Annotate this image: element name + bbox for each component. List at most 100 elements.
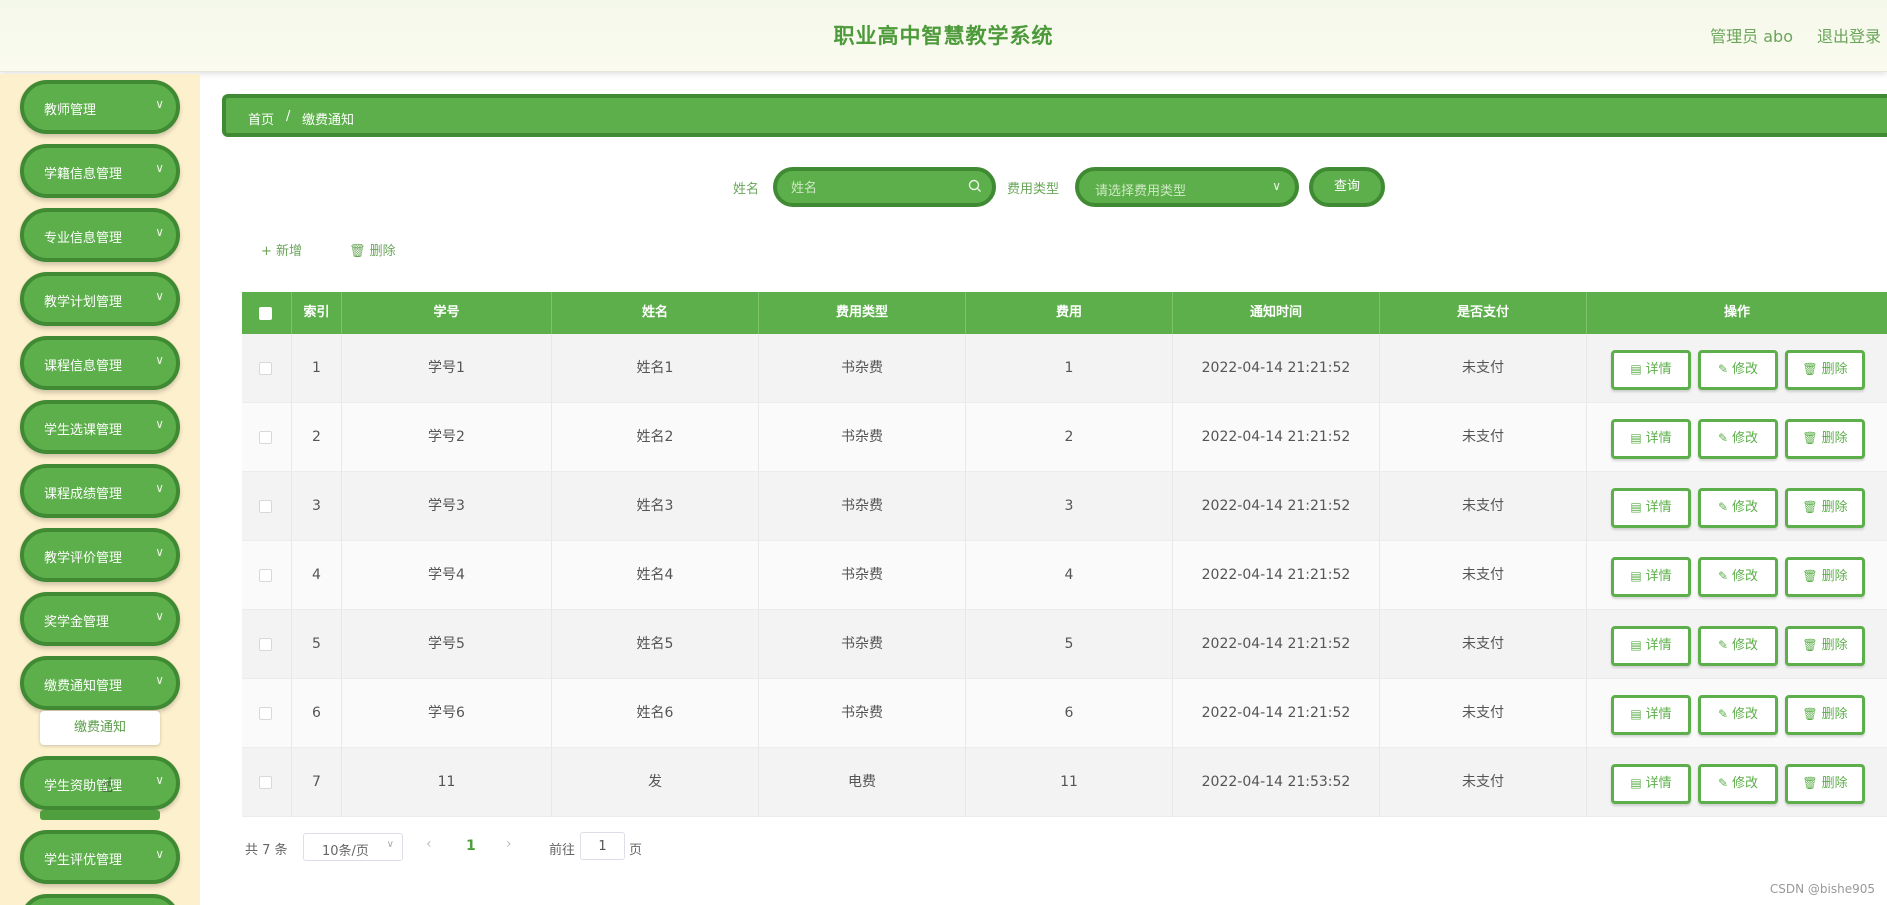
sidebar-item-teaching-plan[interactable]: 教学计划管理 ∨ <box>20 272 180 326</box>
cell-type: 书杂费 <box>759 541 966 610</box>
name-search-input[interactable] <box>791 179 961 197</box>
chevron-down-icon: ∨ <box>155 225 164 239</box>
cell-paid: 未支付 <box>1380 472 1587 541</box>
sidebar-item-more[interactable] <box>20 894 180 905</box>
sidebar-item-grades[interactable]: 课程成绩管理 ∨ <box>20 464 180 518</box>
detail-button[interactable]: ▤ 详情 <box>1611 419 1691 459</box>
search-icon <box>968 179 981 192</box>
table-row: 2 学号2 姓名2 书杂费 2 2022-04-14 21:21:52 未支付 ▤ 详情 ✎ 修改 🗑… <box>242 403 1887 472</box>
current-user: 管理员 abo <box>1710 27 1793 46</box>
sidebar-item-student-status[interactable]: 学籍信息管理 ∨ <box>20 144 180 198</box>
cell-id: 学号3 <box>342 472 552 541</box>
detail-button-label: 详情 <box>1645 776 1672 791</box>
submenu-payment-notice[interactable]: 缴费通知 <box>40 711 160 745</box>
edit-button[interactable]: ✎ 修改 <box>1698 764 1778 804</box>
cell-time: 2022-04-14 21:21:52 <box>1173 679 1380 748</box>
edit-button[interactable]: ✎ 修改 <box>1698 419 1778 459</box>
sidebar-item-evaluation[interactable]: 教学评价管理 ∨ <box>20 528 180 582</box>
cell-name: 姓名2 <box>552 403 759 472</box>
detail-button[interactable]: ▤ 详情 <box>1611 350 1691 390</box>
chevron-down-icon: ∨ <box>155 481 164 495</box>
sidebar-item-student-aid[interactable]: 学生资助管理 ∨ <box>20 756 180 810</box>
table-row: 1 学号1 姓名1 书杂费 1 2022-04-14 21:21:52 未支付 ▤ 详情 ✎ 修改 🗑… <box>242 334 1887 403</box>
trash-icon: 🗑 <box>1802 500 1818 514</box>
page-size-select[interactable]: 10条/页 ∨ <box>303 833 403 861</box>
cell-time: 2022-04-14 21:21:52 <box>1173 403 1380 472</box>
delete-button-label: 删除 <box>1821 569 1848 584</box>
row-checkbox[interactable] <box>259 638 272 651</box>
header-paid: 是否支付 <box>1380 292 1587 334</box>
cell-name: 发 <box>552 748 759 817</box>
fee-type-select[interactable]: 请选择费用类型 ∨ <box>1075 167 1299 207</box>
cell-name: 姓名4 <box>552 541 759 610</box>
sidebar-item-student-awards[interactable]: 学生评优管理 ∨ <box>20 830 180 884</box>
next-page-button[interactable]: › <box>506 836 512 852</box>
breadcrumb-home[interactable]: 首页 <box>248 109 274 128</box>
sidebar-item-course-selection[interactable]: 学生选课管理 ∨ <box>20 400 180 454</box>
current-page[interactable]: 1 <box>466 838 476 854</box>
detail-button[interactable]: ▤ 详情 <box>1611 557 1691 597</box>
delete-button[interactable]: 🗑 删除 <box>1785 626 1865 666</box>
sidebar-item-label: 学生评优管理 <box>44 853 123 868</box>
detail-button[interactable]: ▤ 详情 <box>1611 764 1691 804</box>
cell-fee: 1 <box>966 334 1173 403</box>
prev-page-button[interactable]: ‹ <box>426 836 432 852</box>
sidebar-item-label: 缴费通知管理 <box>44 679 123 694</box>
row-checkbox[interactable] <box>259 569 272 582</box>
name-search-label: 姓名 <box>733 182 760 197</box>
delete-button[interactable]: 🗑 删除 <box>1785 557 1865 597</box>
row-checkbox[interactable] <box>259 362 272 375</box>
delete-button[interactable]: 🗑 删除 <box>1785 488 1865 528</box>
document-icon: ▤ <box>1630 500 1642 514</box>
goto-page-input[interactable] <box>580 832 625 860</box>
sidebar-item-course[interactable]: 课程信息管理 ∨ <box>20 336 180 390</box>
sidebar-item-teacher[interactable]: 教师管理 ∨ <box>20 80 180 134</box>
detail-button[interactable]: ▤ 详情 <box>1611 695 1691 735</box>
delete-button[interactable]: 🗑 删除 <box>1785 350 1865 390</box>
logout-link[interactable]: 退出登录 <box>1817 23 1881 47</box>
chevron-down-icon: ∨ <box>386 839 394 850</box>
add-button[interactable]: + 新增 <box>261 240 302 259</box>
edit-button[interactable]: ✎ 修改 <box>1698 488 1778 528</box>
row-checkbox[interactable] <box>259 707 272 720</box>
cell-name: 姓名6 <box>552 679 759 748</box>
batch-delete-button[interactable]: 🗑 删除 <box>349 240 396 259</box>
header-select-all-cell <box>242 292 292 334</box>
delete-button[interactable]: 🗑 删除 <box>1785 764 1865 804</box>
detail-button[interactable]: ▤ 详情 <box>1611 626 1691 666</box>
sidebar-item-label: 课程成绩管理 <box>44 487 123 502</box>
query-button[interactable]: 查询 <box>1309 167 1385 207</box>
document-icon: ▤ <box>1630 569 1642 583</box>
detail-button[interactable]: ▤ 详情 <box>1611 488 1691 528</box>
name-search-input-wrapper[interactable] <box>773 167 996 207</box>
select-all-checkbox[interactable] <box>259 307 272 320</box>
edit-button[interactable]: ✎ 修改 <box>1698 350 1778 390</box>
edit-button[interactable]: ✎ 修改 <box>1698 695 1778 735</box>
batch-delete-label: 删除 <box>369 244 396 259</box>
cell-actions: ▤ 详情 ✎ 修改 🗑 删除 <box>1587 610 1887 679</box>
sidebar-item-payment-notice[interactable]: 缴费通知管理 ∨ <box>20 656 180 710</box>
delete-button[interactable]: 🗑 删除 <box>1785 695 1865 735</box>
chevron-down-icon: ∨ <box>155 609 164 623</box>
sidebar: 教师管理 ∨ 学籍信息管理 ∨ 专业信息管理 ∨ 教学计划管理 ∨ 课程信息管理… <box>0 74 200 905</box>
cell-paid: 未支付 <box>1380 679 1587 748</box>
cell-type: 书杂费 <box>759 610 966 679</box>
header-student-id: 学号 <box>342 292 552 334</box>
cell-time: 2022-04-14 21:21:52 <box>1173 610 1380 679</box>
row-checkbox[interactable] <box>259 500 272 513</box>
delete-button[interactable]: 🗑 删除 <box>1785 419 1865 459</box>
cell-actions: ▤ 详情 ✎ 修改 🗑 删除 <box>1587 472 1887 541</box>
edit-button[interactable]: ✎ 修改 <box>1698 557 1778 597</box>
pencil-icon: ✎ <box>1717 776 1729 790</box>
row-checkbox[interactable] <box>259 431 272 444</box>
row-checkbox[interactable] <box>259 776 272 789</box>
sidebar-item-scholarship[interactable]: 奖学金管理 ∨ <box>20 592 180 646</box>
sidebar-item-major[interactable]: 专业信息管理 ∨ <box>20 208 180 262</box>
sidebar-item-label: 教学评价管理 <box>44 551 123 566</box>
edit-button[interactable]: ✎ 修改 <box>1698 626 1778 666</box>
cell-fee: 5 <box>966 610 1173 679</box>
detail-button-label: 详情 <box>1645 431 1672 446</box>
sidebar-item-label: 学生选课管理 <box>44 423 123 438</box>
row-select-cell <box>242 748 292 817</box>
delete-button-label: 删除 <box>1821 431 1848 446</box>
